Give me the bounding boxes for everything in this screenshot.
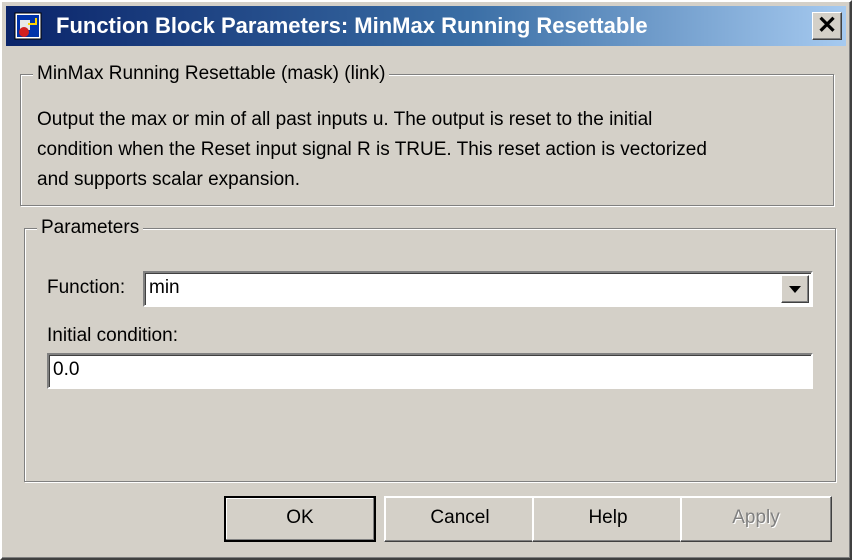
ok-button[interactable]: OK bbox=[224, 496, 376, 542]
description-group: MinMax Running Resettable (mask) (link) … bbox=[20, 61, 834, 206]
window-title: Function Block Parameters: MinMax Runnin… bbox=[56, 13, 648, 38]
help-button[interactable]: Help bbox=[532, 496, 684, 542]
title-bar[interactable]: Function Block Parameters: MinMax Runnin… bbox=[6, 6, 846, 46]
dialog-window: Function Block Parameters: MinMax Runnin… bbox=[0, 0, 852, 560]
initial-condition-field[interactable]: 0.0 bbox=[47, 353, 813, 389]
function-select-value: min bbox=[149, 277, 180, 298]
parameters-group-legend: Parameters bbox=[37, 215, 144, 241]
initial-condition-label: Initial condition: bbox=[47, 325, 178, 346]
description-line: and supports scalar expansion. bbox=[37, 169, 300, 190]
description-line: Output the max or min of all past inputs… bbox=[37, 109, 653, 130]
close-icon: ✕ bbox=[816, 12, 838, 39]
close-button[interactable]: ✕ bbox=[812, 12, 842, 40]
function-label: Function: bbox=[47, 277, 126, 298]
parameters-group: Parameters Function: min Initial conditi… bbox=[24, 215, 836, 482]
initial-condition-value: 0.0 bbox=[53, 359, 80, 380]
function-select[interactable]: min bbox=[143, 271, 813, 307]
description-line: condition when the Reset input signal R … bbox=[37, 139, 707, 160]
simulink-block-icon bbox=[14, 12, 42, 40]
cancel-button[interactable]: Cancel bbox=[384, 496, 536, 542]
apply-button[interactable]: Apply bbox=[680, 496, 832, 542]
description-group-legend: MinMax Running Resettable (mask) (link) bbox=[33, 61, 390, 87]
chevron-down-icon[interactable] bbox=[781, 275, 809, 303]
